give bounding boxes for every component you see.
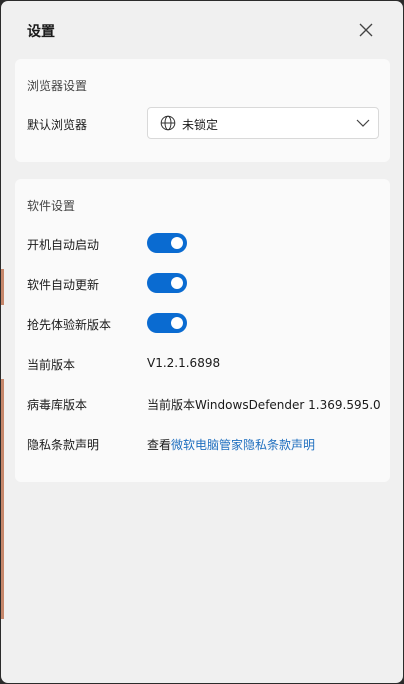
toggle-knob [171, 237, 183, 249]
privacy-link[interactable]: 微软电脑管家隐私条款声明 [171, 438, 315, 452]
virus-db-label: 病毒库版本 [27, 398, 88, 412]
globe-icon [160, 115, 176, 131]
version-value: V1.2.1.6898 [147, 356, 221, 370]
default-browser-label: 默认浏览器 [27, 118, 88, 132]
browser-settings-title: 浏览器设置 [27, 79, 88, 93]
browser-settings-card: 浏览器设置 默认浏览器 未锁定 [15, 59, 390, 162]
close-button[interactable] [355, 19, 377, 41]
background-strip [1, 379, 4, 619]
software-settings-card: 软件设置 开机自动启动 软件自动更新 抢先体验新版本 当前版本 V1.2.1.6… [15, 179, 390, 482]
virus-db-value: 当前版本WindowsDefender 1.369.595.0 [147, 398, 381, 412]
window-title: 设置 [27, 24, 55, 40]
privacy-prefix: 查看 [147, 438, 172, 452]
toggle-knob [171, 317, 183, 329]
software-settings-title: 软件设置 [27, 199, 76, 213]
version-label: 当前版本 [27, 358, 76, 372]
autoupdate-label: 软件自动更新 [27, 278, 100, 292]
background-strip [1, 269, 4, 305]
privacy-value: 查看微软电脑管家隐私条款声明 [147, 436, 315, 453]
chevron-down-icon [356, 119, 370, 127]
preview-label: 抢先体验新版本 [27, 318, 112, 332]
autostart-label: 开机自动启动 [27, 238, 100, 252]
toggle-knob [171, 277, 183, 289]
settings-window: 设置 浏览器设置 默认浏览器 未锁定 软件设置 开机自动启动 软件自动更新 抢先… [1, 1, 403, 683]
default-browser-value: 未锁定 [182, 118, 219, 132]
autostart-toggle[interactable] [147, 233, 187, 253]
preview-toggle[interactable] [147, 313, 187, 333]
autoupdate-toggle[interactable] [147, 273, 187, 293]
close-icon [359, 23, 373, 37]
privacy-label: 隐私条款声明 [27, 438, 100, 452]
default-browser-dropdown[interactable]: 未锁定 [147, 107, 379, 139]
